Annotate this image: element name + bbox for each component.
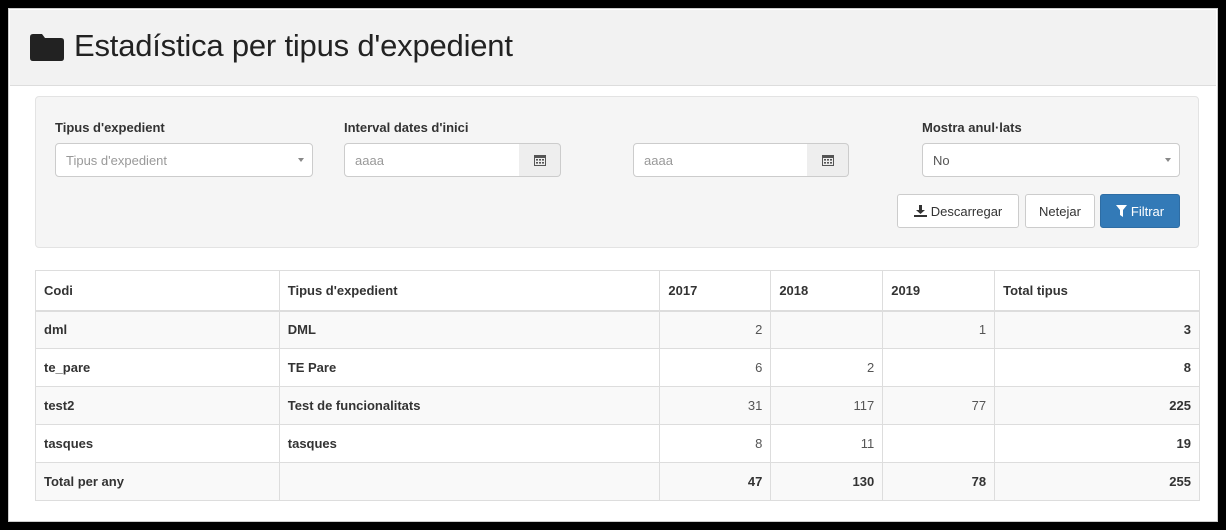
total-row-empty-cell: [278, 462, 661, 501]
row-type-name: tasques: [278, 424, 661, 463]
column-header-2017: 2017: [659, 270, 772, 311]
row-total: 8: [994, 348, 1200, 387]
row-code: tasques: [35, 424, 280, 463]
table-row: te_pare TE Pare 6 2 8: [35, 348, 1200, 387]
table-header-row: Codi Tipus d'expedient 2017 2018 2019 To…: [35, 270, 1200, 311]
folder-icon: [30, 34, 64, 61]
table-row: test2 Test de funcionalitats 31 117 77 2…: [35, 386, 1200, 425]
row-value-2017: 31: [659, 386, 772, 425]
type-select-placeholder: Tipus d'expedient: [66, 152, 168, 168]
total-per-year-row: Total per any 47 130 78 255: [35, 462, 1200, 501]
total-value-2019: 78: [882, 462, 996, 501]
calendar-icon: [821, 155, 834, 166]
row-code: test2: [35, 386, 280, 425]
total-value-2017: 47: [659, 462, 772, 501]
row-type-name: Test de funcionalitats: [278, 386, 661, 425]
download-button[interactable]: Descarregar: [897, 194, 1019, 228]
clear-button[interactable]: Netejar: [1025, 194, 1095, 228]
row-value-2019: [882, 348, 996, 387]
filter-icon: [1115, 205, 1127, 217]
row-value-2018: 2: [770, 348, 884, 387]
date-interval-label: Interval dates d'inici: [344, 120, 469, 135]
total-row-label: Total per any: [35, 462, 280, 501]
chevron-down-icon: [1165, 158, 1171, 162]
calendar-icon: [533, 155, 546, 166]
page-header: Estadística per tipus d'expedient: [10, 10, 1216, 86]
date-from-placeholder: aaaa: [355, 152, 384, 168]
row-value-2019: [882, 424, 996, 463]
row-type-name: TE Pare: [278, 348, 661, 387]
column-header-2019: 2019: [882, 270, 996, 311]
date-from-calendar-button[interactable]: [519, 143, 561, 177]
chevron-down-icon: [298, 158, 304, 162]
row-value-2017: 6: [659, 348, 772, 387]
row-code: te_pare: [35, 348, 280, 387]
row-type-name: DML: [278, 310, 661, 349]
row-value-2019: 77: [882, 386, 996, 425]
row-value-2018: [770, 310, 884, 349]
clear-button-label: Netejar: [1039, 203, 1081, 219]
date-to-input[interactable]: aaaa: [633, 143, 808, 177]
column-header-type: Tipus d'expedient: [278, 270, 661, 311]
date-to-calendar-button[interactable]: [807, 143, 849, 177]
show-cancelled-value: No: [933, 152, 950, 168]
row-total: 225: [994, 386, 1200, 425]
download-icon: [913, 205, 927, 217]
row-value-2017: 2: [659, 310, 772, 349]
show-cancelled-label: Mostra anul·lats: [922, 120, 1022, 135]
row-value-2018: 117: [770, 386, 884, 425]
row-total: 19: [994, 424, 1200, 463]
filter-button-label: Filtrar: [1130, 203, 1165, 219]
type-select[interactable]: Tipus d'expedient: [55, 143, 313, 177]
statistics-table: Codi Tipus d'expedient 2017 2018 2019 To…: [35, 270, 1200, 501]
filter-button[interactable]: Filtrar: [1100, 194, 1180, 228]
date-to-placeholder: aaaa: [644, 152, 673, 168]
show-cancelled-select[interactable]: No: [922, 143, 1180, 177]
row-value-2017: 8: [659, 424, 772, 463]
page-title: Estadística per tipus d'expedient: [74, 28, 513, 63]
row-value-2018: 11: [770, 424, 884, 463]
column-header-code: Codi: [35, 270, 280, 311]
type-filter-label: Tipus d'expedient: [55, 120, 165, 135]
total-value-2018: 130: [770, 462, 884, 501]
table-row: dml DML 2 1 3: [35, 310, 1200, 349]
row-value-2019: 1: [882, 310, 996, 349]
date-from-input[interactable]: aaaa: [344, 143, 520, 177]
table-row: tasques tasques 8 11 19: [35, 424, 1200, 463]
column-header-2018: 2018: [770, 270, 884, 311]
download-button-label: Descarregar: [930, 203, 1003, 219]
row-total: 3: [994, 310, 1200, 349]
column-header-total: Total tipus: [994, 270, 1200, 311]
grand-total: 255: [994, 462, 1200, 501]
row-code: dml: [35, 310, 280, 349]
